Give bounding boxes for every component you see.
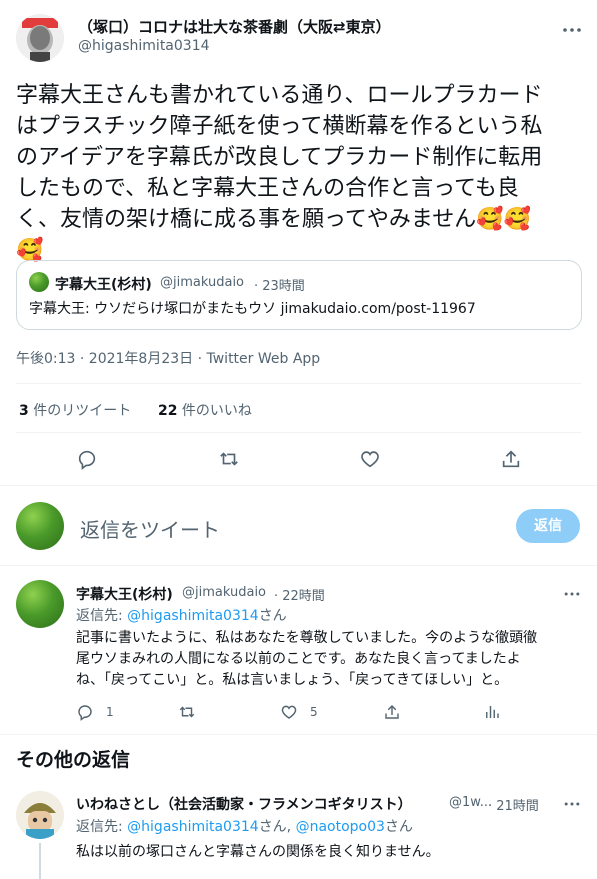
divider [0, 485, 597, 486]
reply-to-prefix: 返信先: [76, 819, 128, 835]
reply-author-name[interactable]: 字幕大王(杉村) [76, 584, 173, 604]
reply-author-avatar[interactable] [16, 791, 64, 839]
more-options-icon[interactable] [562, 794, 582, 814]
retweet-count: 3 [19, 403, 29, 419]
tweet-text-line: したもので、私と字幕大王さんの合作と言っても良 [16, 176, 519, 201]
reply-to-link[interactable]: @higashimita0314 [127, 819, 259, 835]
reply-like-count: 5 [310, 705, 318, 719]
reply-to-link[interactable]: @naotopo03 [296, 819, 385, 835]
reply-author-handle[interactable]: @1w... [449, 795, 492, 810]
reply-text: 記事に書いたように、私はあなたを尊敬していました。今のような徹頭徹 尾ウソまみれ… [76, 628, 586, 691]
author-name[interactable]: （塚口）コロナは壮大な茶番劇（大阪⇄東京） [78, 16, 391, 37]
reply-to-link[interactable]: @higashimita0314 [127, 608, 259, 624]
reply-to: 返信先: @higashimita0314さん [76, 605, 287, 625]
analytics-icon[interactable] [483, 703, 501, 721]
divider [16, 432, 581, 433]
more-options-icon[interactable] [562, 584, 582, 604]
quote-text: 字幕大王: ウソだらけ塚口がまたもウソ jimakudaio.com/post-… [29, 299, 476, 320]
retweet-icon[interactable] [178, 703, 196, 721]
quote-text-body: 字幕大王: ウソだらけ塚口がまたもウソ [29, 301, 281, 317]
quote-time: · 23時間 [254, 279, 305, 294]
reply-to-mid: さん, [258, 819, 296, 835]
tweet-text-line: のアイデアを字幕氏が改良してプラカード制作に転用 [16, 145, 543, 170]
thread-line [39, 843, 41, 879]
reply-text-line: 尾ウソまみれの人間になる以前のことです。あなた良く言ってましたよ [76, 651, 521, 667]
quote-author-handle: @jimakudaio [160, 275, 245, 290]
reply-author-handle[interactable]: @jimakudaio [182, 585, 266, 600]
quote-author-avatar [29, 272, 49, 292]
reply-text-line: ね、「戻ってこい」と。私は言いましょう、「戻ってきてほしい」と。 [76, 672, 509, 688]
reply-to-suffix: さん [258, 608, 287, 624]
author-handle[interactable]: @higashimita0314 [78, 38, 210, 54]
like-stat[interactable]: 22 件のいいね [158, 400, 252, 420]
author-avatar[interactable] [16, 14, 64, 62]
reply-author-avatar[interactable] [16, 580, 64, 628]
like-count: 22 [158, 403, 178, 419]
reply-icon[interactable] [76, 703, 94, 721]
divider [0, 734, 597, 735]
quoted-tweet[interactable]: 字幕大王(杉村) @jimakudaio · 23時間 字幕大王: ウソだらけ塚… [16, 260, 582, 330]
quote-link[interactable]: jimakudaio.com/post-11967 [281, 301, 476, 317]
quote-author-name: 字幕大王(杉村) [55, 277, 152, 293]
like-label: 件のいいね [177, 403, 252, 419]
reply-text: 私は以前の塚口さんと字幕さんの関係を良く知りません。 [76, 844, 440, 860]
reply-icon[interactable] [76, 448, 98, 470]
reply-to-suffix: さん [384, 819, 413, 835]
retweet-stat[interactable]: 3 件のリツイート [19, 400, 131, 420]
reply-submit-button[interactable]: 返信 [516, 509, 580, 543]
tweet-text-line: 字幕大王さんも書かれている通り、ロールプラカード [16, 83, 543, 108]
reply-to: 返信先: @higashimita0314さん, @naotopo03さん [76, 816, 413, 836]
reply-to-prefix: 返信先: [76, 608, 128, 624]
like-icon[interactable] [359, 448, 381, 470]
tweet-text: 字幕大王さんも書かれている通り、ロールプラカード はプラスチック障子紙を使って横… [16, 80, 586, 266]
retweet-icon[interactable] [218, 448, 240, 470]
reply-count: 1 [106, 705, 114, 719]
more-replies-heading: その他の返信 [16, 749, 131, 771]
reply-author-name[interactable]: いわねさとし（社会活動家・フラメンコギタリスト） [76, 794, 412, 814]
share-icon[interactable] [500, 448, 522, 470]
reply-text-line: 記事に書いたように、私はあなたを尊敬していました。今のような徹頭徹 [76, 630, 538, 646]
tweet-text-line: く、友情の架け橋に成る事を願ってやみません🥰🥰 [16, 207, 532, 232]
divider [0, 565, 597, 566]
more-options-icon[interactable] [560, 18, 584, 42]
reply-compose-input[interactable]: 返信をツイート [80, 514, 220, 543]
reply-time[interactable]: · 21時間 [488, 795, 539, 814]
share-icon[interactable] [383, 703, 401, 721]
reply-time[interactable]: · 22時間 [274, 585, 325, 604]
like-icon[interactable] [280, 703, 298, 721]
tweet-text-line: はプラスチック障子紙を使って横断幕を作るという私 [16, 114, 543, 139]
divider [16, 383, 581, 384]
retweet-label: 件のリツイート [28, 403, 132, 419]
current-user-avatar[interactable] [16, 502, 64, 550]
tweet-timestamp[interactable]: 午後0:13 · 2021年8月23日 · Twitter Web App [16, 348, 320, 368]
